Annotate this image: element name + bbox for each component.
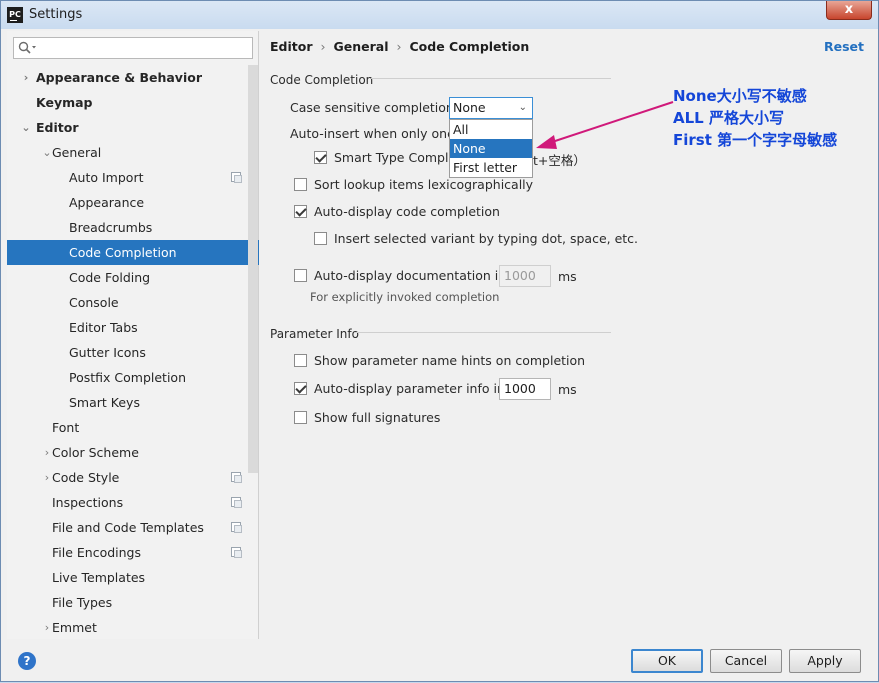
- apply-button[interactable]: Apply: [789, 649, 861, 673]
- cancel-button[interactable]: Cancel: [710, 649, 782, 673]
- annotation-line-all: ALL 严格大小写: [673, 109, 784, 127]
- annotation-line-first: First 第一个字字母敏感: [673, 131, 838, 149]
- annotation-line-none: None大小写不敏感: [673, 87, 807, 105]
- help-button[interactable]: ?: [18, 652, 36, 670]
- ok-button[interactable]: OK: [631, 649, 703, 673]
- annotation-note: None大小写不敏感 ALL 严格大小写 First 第一个字字母敏感: [673, 85, 837, 151]
- settings-window: PC Settings x › Appearance & Behavior Keym…: [0, 0, 879, 682]
